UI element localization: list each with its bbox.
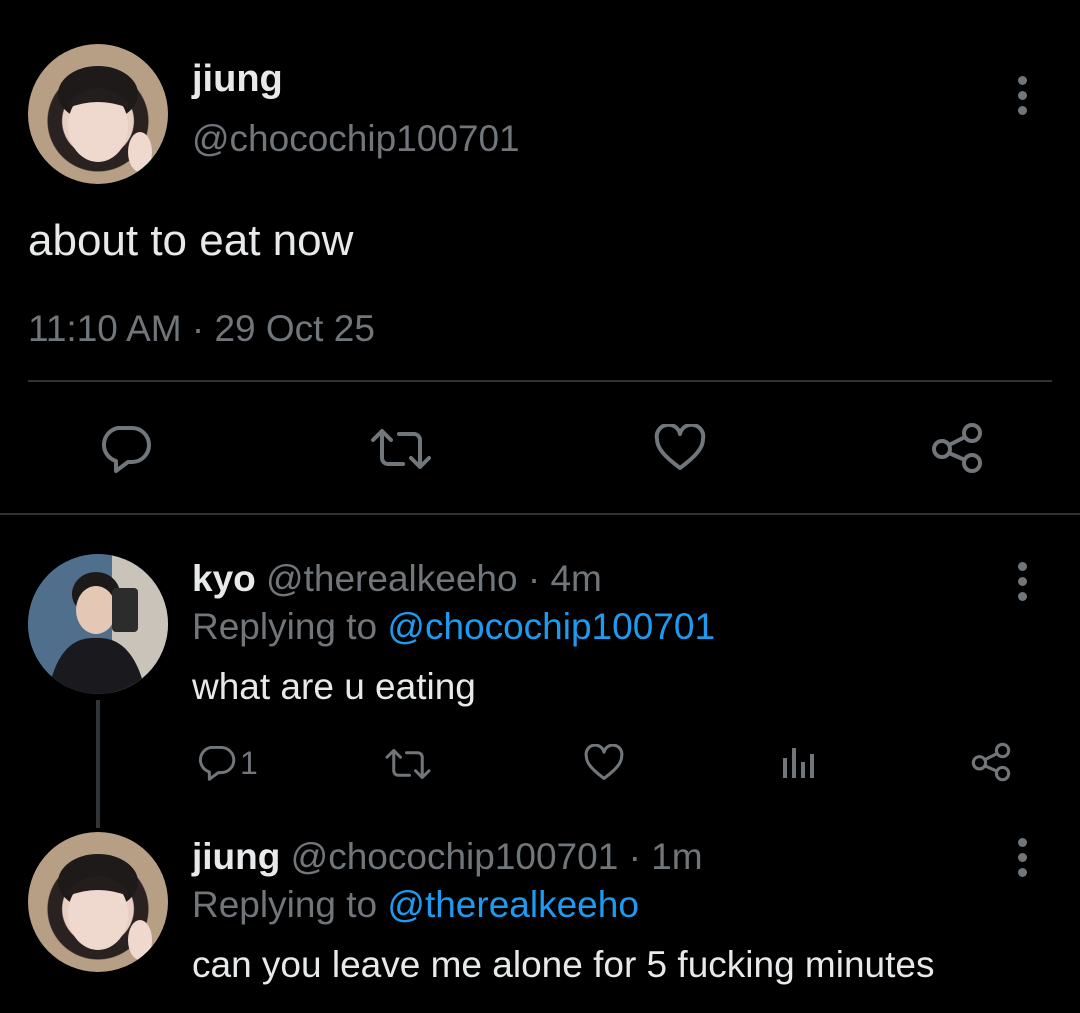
replying-to-handle[interactable]: @therealkeeho <box>387 884 639 925</box>
avatar-jiung[interactable] <box>28 44 168 184</box>
divider <box>28 380 1052 382</box>
reply-text: what are u eating <box>192 666 476 707</box>
share-button[interactable] <box>930 422 984 474</box>
replying-to-label: Replying to <box>192 606 378 647</box>
reply-button[interactable]: 1 <box>196 744 258 782</box>
retweet-icon <box>385 749 431 779</box>
reply-count: 1 <box>240 744 258 781</box>
replying-to-handle[interactable]: @chocochip100701 <box>387 606 715 647</box>
share-icon <box>932 423 982 473</box>
handle[interactable]: @chocochip100701 <box>192 118 520 160</box>
display-name[interactable]: jiung <box>192 58 283 101</box>
time[interactable]: · 4m <box>528 558 602 599</box>
handle[interactable]: @chocochip100701 <box>291 836 619 877</box>
handle[interactable]: @therealkeeho <box>266 558 518 599</box>
like-button[interactable] <box>654 424 706 472</box>
views-icon <box>783 748 814 778</box>
replying-to: Replying to @chocochip100701 <box>192 606 715 648</box>
thread-line <box>96 700 100 828</box>
reply-icon <box>198 745 236 781</box>
share-icon <box>971 742 1011 782</box>
more-options-icon[interactable] <box>1016 76 1028 115</box>
display-name[interactable]: jiung <box>192 836 280 877</box>
retweet-icon <box>371 429 431 469</box>
reply-button[interactable] <box>98 424 152 474</box>
like-icon <box>654 424 706 470</box>
share-button[interactable] <box>970 742 1012 782</box>
reply-icon <box>101 426 151 473</box>
retweet-button[interactable] <box>384 746 432 782</box>
like-button[interactable] <box>584 744 624 782</box>
reply-header: jiung @chocochip100701 · 1m <box>192 836 703 878</box>
tweet-timestamp[interactable]: 11:10 AM · 29 Oct 25 <box>28 308 375 350</box>
avatar-kyo[interactable] <box>28 554 168 694</box>
display-name[interactable]: kyo <box>192 558 256 599</box>
views-button[interactable] <box>780 744 816 780</box>
like-icon <box>584 744 624 780</box>
reply-text: can you leave me alone for 5 fucking min… <box>192 944 935 985</box>
replying-to-label: Replying to <box>192 884 378 925</box>
section-divider <box>0 513 1080 515</box>
more-options-icon[interactable] <box>1016 562 1028 601</box>
more-options-icon[interactable] <box>1016 838 1028 877</box>
retweet-button[interactable] <box>369 426 433 472</box>
reply-header: kyo @therealkeeho · 4m <box>192 558 602 600</box>
time[interactable]: · 1m <box>629 836 703 877</box>
tweet-text: about to eat now <box>28 216 354 265</box>
avatar-jiung[interactable] <box>28 832 168 972</box>
replying-to: Replying to @therealkeeho <box>192 884 639 926</box>
